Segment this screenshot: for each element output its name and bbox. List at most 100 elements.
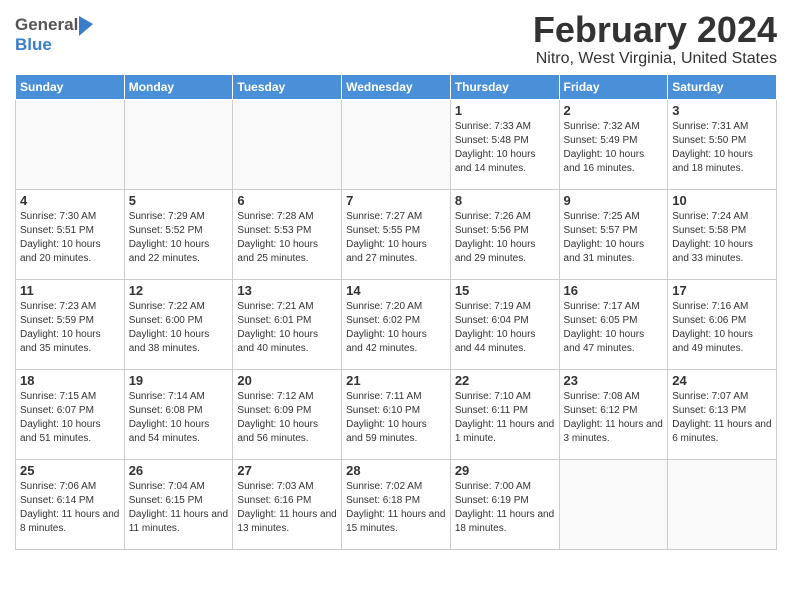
day-number: 5 xyxy=(129,193,229,208)
calendar-cell: 25Sunrise: 7:06 AM Sunset: 6:14 PM Dayli… xyxy=(16,459,125,549)
logo-blue-text: Blue xyxy=(15,35,52,54)
logo-flag-icon xyxy=(79,16,95,36)
day-info: Sunrise: 7:33 AM Sunset: 5:48 PM Dayligh… xyxy=(455,120,555,176)
day-info: Sunrise: 7:14 AM Sunset: 6:08 PM Dayligh… xyxy=(129,390,229,446)
day-number: 26 xyxy=(129,463,229,478)
calendar-cell xyxy=(559,459,668,549)
calendar-cell: 16 Sunrise: 7:17 AM Sunset: 6:05 PM Dayli… xyxy=(559,279,668,369)
calendar-week-row: 11Sunrise: 7:23 AM Sunset: 5:59 PM Dayli… xyxy=(16,279,777,369)
location-title: Nitro, West Virginia, United States xyxy=(533,50,777,68)
weekday-header-friday: Friday xyxy=(559,74,668,99)
calendar-cell: 18Sunrise: 7:15 AM Sunset: 6:07 PM Dayli… xyxy=(16,369,125,459)
day-number: 23 xyxy=(564,373,664,388)
calendar-cell: 5 Sunrise: 7:29 AM Sunset: 5:52 PM Daylig… xyxy=(124,189,233,279)
day-info: Sunrise: 7:17 AM Sunset: 6:05 PM Dayligh… xyxy=(564,300,664,356)
calendar-cell xyxy=(124,99,233,189)
day-number: 2 xyxy=(564,103,664,118)
calendar-week-row: 1 Sunrise: 7:33 AM Sunset: 5:48 PM Daylig… xyxy=(16,99,777,189)
day-info: Sunrise: 7:24 AM Sunset: 5:58 PM Dayligh… xyxy=(672,210,772,266)
calendar-cell xyxy=(233,99,342,189)
day-number: 11 xyxy=(20,283,120,298)
day-info: Sunrise: 7:22 AM Sunset: 6:00 PM Dayligh… xyxy=(129,300,229,356)
calendar-week-row: 25Sunrise: 7:06 AM Sunset: 6:14 PM Dayli… xyxy=(16,459,777,549)
weekday-header-tuesday: Tuesday xyxy=(233,74,342,99)
month-title: February 2024 xyxy=(533,10,777,50)
day-info: Sunrise: 7:03 AM Sunset: 6:16 PM Dayligh… xyxy=(237,480,337,536)
day-info: Sunrise: 7:32 AM Sunset: 5:49 PM Dayligh… xyxy=(564,120,664,176)
calendar-cell xyxy=(342,99,451,189)
day-info: Sunrise: 7:07 AM Sunset: 6:13 PM Dayligh… xyxy=(672,390,772,446)
calendar-cell xyxy=(668,459,777,549)
day-number: 14 xyxy=(346,283,446,298)
day-number: 10 xyxy=(672,193,772,208)
calendar-week-row: 4 Sunrise: 7:30 AM Sunset: 5:51 PM Daylig… xyxy=(16,189,777,279)
day-info: Sunrise: 7:29 AM Sunset: 5:52 PM Dayligh… xyxy=(129,210,229,266)
calendar-cell xyxy=(16,99,125,189)
header: General Blue February 2024 Nitro, West V… xyxy=(15,10,777,68)
day-info: Sunrise: 7:27 AM Sunset: 5:55 PM Dayligh… xyxy=(346,210,446,266)
calendar-cell: 7 Sunrise: 7:27 AM Sunset: 5:55 PM Daylig… xyxy=(342,189,451,279)
calendar-cell: 28 Sunrise: 7:02 AM Sunset: 6:18 PM Dayli… xyxy=(342,459,451,549)
day-number: 1 xyxy=(455,103,555,118)
calendar-week-row: 18Sunrise: 7:15 AM Sunset: 6:07 PM Dayli… xyxy=(16,369,777,459)
calendar-cell: 29Sunrise: 7:00 AM Sunset: 6:19 PM Dayli… xyxy=(450,459,559,549)
weekday-header-thursday: Thursday xyxy=(450,74,559,99)
day-info: Sunrise: 7:00 AM Sunset: 6:19 PM Dayligh… xyxy=(455,480,555,536)
calendar-cell: 8 Sunrise: 7:26 AM Sunset: 5:56 PM Daylig… xyxy=(450,189,559,279)
calendar-cell: 24 Sunrise: 7:07 AM Sunset: 6:13 PM Dayli… xyxy=(668,369,777,459)
calendar-cell: 1 Sunrise: 7:33 AM Sunset: 5:48 PM Daylig… xyxy=(450,99,559,189)
calendar-cell: 21Sunrise: 7:11 AM Sunset: 6:10 PM Dayli… xyxy=(342,369,451,459)
calendar-cell: 12Sunrise: 7:22 AM Sunset: 6:00 PM Dayli… xyxy=(124,279,233,369)
calendar-cell: 19 Sunrise: 7:14 AM Sunset: 6:08 PM Dayli… xyxy=(124,369,233,459)
calendar-cell: 14 Sunrise: 7:20 AM Sunset: 6:02 PM Dayli… xyxy=(342,279,451,369)
calendar-cell: 4 Sunrise: 7:30 AM Sunset: 5:51 PM Daylig… xyxy=(16,189,125,279)
calendar-header-row: SundayMondayTuesdayWednesdayThursdayFrid… xyxy=(16,74,777,99)
day-number: 22 xyxy=(455,373,555,388)
day-info: Sunrise: 7:12 AM Sunset: 6:09 PM Dayligh… xyxy=(237,390,337,446)
calendar-cell: 27 Sunrise: 7:03 AM Sunset: 6:16 PM Dayli… xyxy=(233,459,342,549)
calendar-cell: 3Sunrise: 7:31 AM Sunset: 5:50 PM Daylig… xyxy=(668,99,777,189)
day-number: 6 xyxy=(237,193,337,208)
weekday-header-sunday: Sunday xyxy=(16,74,125,99)
day-number: 27 xyxy=(237,463,337,478)
day-number: 4 xyxy=(20,193,120,208)
calendar-cell: 10 Sunrise: 7:24 AM Sunset: 5:58 PM Dayli… xyxy=(668,189,777,279)
day-info: Sunrise: 7:10 AM Sunset: 6:11 PM Dayligh… xyxy=(455,390,555,446)
day-info: Sunrise: 7:28 AM Sunset: 5:53 PM Dayligh… xyxy=(237,210,337,266)
calendar-cell: 22 Sunrise: 7:10 AM Sunset: 6:11 PM Dayli… xyxy=(450,369,559,459)
day-info: Sunrise: 7:08 AM Sunset: 6:12 PM Dayligh… xyxy=(564,390,664,446)
day-number: 18 xyxy=(20,373,120,388)
calendar-cell: 17 Sunrise: 7:16 AM Sunset: 6:06 PM Dayli… xyxy=(668,279,777,369)
title-area: February 2024 Nitro, West Virginia, Unit… xyxy=(533,10,777,68)
calendar-cell: 15 Sunrise: 7:19 AM Sunset: 6:04 PM Dayli… xyxy=(450,279,559,369)
calendar-cell: 23 Sunrise: 7:08 AM Sunset: 6:12 PM Dayli… xyxy=(559,369,668,459)
day-number: 15 xyxy=(455,283,555,298)
day-info: Sunrise: 7:30 AM Sunset: 5:51 PM Dayligh… xyxy=(20,210,120,266)
calendar-cell: 6 Sunrise: 7:28 AM Sunset: 5:53 PM Daylig… xyxy=(233,189,342,279)
day-number: 25 xyxy=(20,463,120,478)
day-number: 16 xyxy=(564,283,664,298)
day-number: 3 xyxy=(672,103,772,118)
day-number: 8 xyxy=(455,193,555,208)
day-number: 28 xyxy=(346,463,446,478)
day-info: Sunrise: 7:11 AM Sunset: 6:10 PM Dayligh… xyxy=(346,390,446,446)
day-number: 20 xyxy=(237,373,337,388)
calendar-cell: 26 Sunrise: 7:04 AM Sunset: 6:15 PM Dayli… xyxy=(124,459,233,549)
day-info: Sunrise: 7:26 AM Sunset: 5:56 PM Dayligh… xyxy=(455,210,555,266)
logo: General Blue xyxy=(15,10,96,55)
day-info: Sunrise: 7:20 AM Sunset: 6:02 PM Dayligh… xyxy=(346,300,446,356)
day-number: 13 xyxy=(237,283,337,298)
calendar-cell: 11Sunrise: 7:23 AM Sunset: 5:59 PM Dayli… xyxy=(16,279,125,369)
calendar-cell: 13Sunrise: 7:21 AM Sunset: 6:01 PM Dayli… xyxy=(233,279,342,369)
day-info: Sunrise: 7:25 AM Sunset: 5:57 PM Dayligh… xyxy=(564,210,664,266)
weekday-header-saturday: Saturday xyxy=(668,74,777,99)
day-number: 24 xyxy=(672,373,772,388)
day-number: 7 xyxy=(346,193,446,208)
day-info: Sunrise: 7:19 AM Sunset: 6:04 PM Dayligh… xyxy=(455,300,555,356)
day-info: Sunrise: 7:16 AM Sunset: 6:06 PM Dayligh… xyxy=(672,300,772,356)
day-number: 19 xyxy=(129,373,229,388)
day-number: 17 xyxy=(672,283,772,298)
day-info: Sunrise: 7:02 AM Sunset: 6:18 PM Dayligh… xyxy=(346,480,446,536)
day-info: Sunrise: 7:04 AM Sunset: 6:15 PM Dayligh… xyxy=(129,480,229,536)
calendar-cell: 2 Sunrise: 7:32 AM Sunset: 5:49 PM Daylig… xyxy=(559,99,668,189)
